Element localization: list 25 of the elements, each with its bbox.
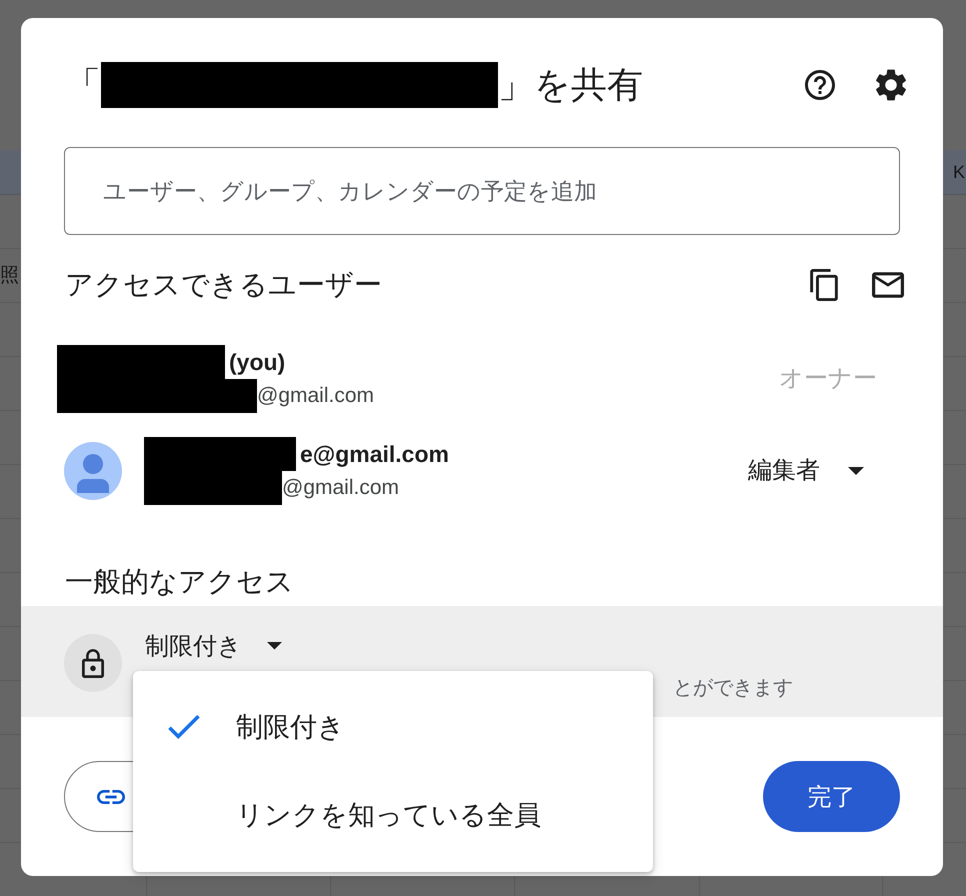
add-people-field[interactable]: ユーザー、グループ、カレンダーの予定を追加 [64, 147, 900, 235]
sheet-cell-text: 照 [0, 264, 19, 288]
settings-icon[interactable] [875, 69, 907, 101]
mail-icon[interactable] [872, 272, 904, 298]
role-dropdown[interactable]: 編集者 [748, 456, 877, 486]
title-text: 」を共有 [498, 63, 643, 107]
person-name: e@gmail.com [300, 440, 449, 468]
access-dropdown[interactable]: 制限付き [145, 632, 282, 660]
sheet-header-text: K [952, 161, 965, 183]
title-text: 「 [65, 63, 101, 107]
link-icon [97, 790, 125, 804]
copy-icon[interactable] [810, 269, 838, 301]
help-icon[interactable] [805, 70, 835, 100]
person-name: (you) [229, 348, 286, 376]
done-button[interactable]: 完了 [763, 761, 900, 832]
menu-item[interactable]: 制限付き [133, 683, 653, 771]
menu-item[interactable]: リンクを知っている全員 [133, 771, 653, 859]
caret-icon [848, 467, 864, 475]
section-heading: アクセスできるユーザー [65, 268, 382, 302]
person-email: @gmail.com [257, 383, 374, 409]
person-email: @gmail.com [282, 475, 400, 501]
caret-icon [267, 642, 282, 650]
access-description: とができます [673, 676, 793, 700]
role-label: オーナー [779, 364, 877, 394]
section-heading: 一般的なアクセス [65, 565, 294, 599]
